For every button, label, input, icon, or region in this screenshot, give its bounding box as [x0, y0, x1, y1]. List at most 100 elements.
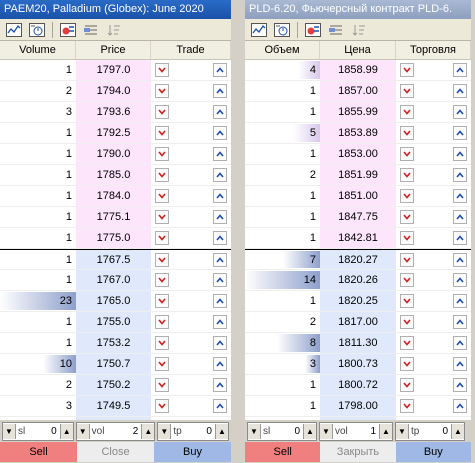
sell-arrow-icon[interactable]	[155, 294, 169, 308]
sell-button[interactable]: Sell	[245, 442, 321, 462]
order-entry-icon[interactable]	[58, 21, 78, 39]
price-cell[interactable]: 1790.0	[76, 144, 151, 164]
buy-arrow-icon[interactable]	[453, 105, 467, 119]
bid-row[interactable]: 2 1750.2	[0, 375, 231, 396]
buy-button[interactable]: Buy	[154, 442, 231, 462]
buy-arrow-icon[interactable]	[453, 126, 467, 140]
sell-arrow-icon[interactable]	[400, 63, 414, 77]
buy-arrow-icon[interactable]	[213, 336, 227, 350]
close-button[interactable]: Close	[77, 442, 154, 462]
bid-row[interactable]: 1 1767.0	[0, 270, 231, 291]
bid-row[interactable]: 23 1765.0	[0, 291, 231, 312]
ask-row[interactable]: 1 1853.00	[245, 144, 471, 165]
buy-arrow-icon[interactable]	[213, 378, 227, 392]
buy-arrow-icon[interactable]	[213, 315, 227, 329]
buy-arrow-icon[interactable]	[453, 84, 467, 98]
ask-row[interactable]: 1 1775.1	[0, 207, 231, 228]
price-cell[interactable]: 1820.27	[320, 250, 396, 269]
buy-arrow-icon[interactable]	[213, 189, 227, 203]
bid-row[interactable]: 1 1820.25	[245, 291, 471, 312]
price-cell[interactable]: 1853.89	[320, 123, 396, 143]
order-entry-icon[interactable]	[303, 21, 323, 39]
bid-row[interactable]: 1 1767.5	[0, 249, 231, 270]
sell-arrow-icon[interactable]	[155, 399, 169, 413]
buy-arrow-icon[interactable]	[213, 147, 227, 161]
sell-arrow-icon[interactable]	[400, 168, 414, 182]
chart-icon[interactable]	[249, 21, 269, 39]
ask-row[interactable]: 1 1775.0	[0, 228, 231, 249]
buy-arrow-icon[interactable]	[213, 252, 227, 267]
sell-arrow-icon[interactable]	[155, 357, 169, 371]
bid-row[interactable]: 7 1820.27	[245, 249, 471, 270]
buy-arrow-icon[interactable]	[453, 252, 467, 267]
buy-arrow-icon[interactable]	[213, 294, 227, 308]
buy-arrow-icon[interactable]	[453, 378, 467, 392]
sell-arrow-icon[interactable]	[400, 189, 414, 203]
sell-arrow-icon[interactable]	[400, 210, 414, 224]
tp-value[interactable]: 0	[184, 426, 215, 437]
price-cell[interactable]: 1858.99	[320, 60, 396, 80]
buy-arrow-icon[interactable]	[453, 189, 467, 203]
buy-arrow-icon[interactable]	[453, 336, 467, 350]
sell-arrow-icon[interactable]	[400, 357, 414, 371]
ask-row[interactable]: 1 1790.0	[0, 144, 231, 165]
increase-icon[interactable]: ▲	[303, 423, 316, 439]
sell-arrow-icon[interactable]	[400, 252, 414, 267]
sell-arrow-icon[interactable]	[400, 336, 414, 350]
price-cell[interactable]: 1811.30	[320, 333, 396, 353]
trade-column-header[interactable]: Trade	[151, 41, 231, 59]
sell-arrow-icon[interactable]	[155, 231, 169, 245]
buy-arrow-icon[interactable]	[213, 105, 227, 119]
price-cell[interactable]: 1797.0	[76, 60, 151, 80]
buy-button[interactable]: Buy	[395, 442, 471, 462]
sl-spinner[interactable]: ▼ sl 0 ▲	[2, 421, 74, 441]
buy-arrow-icon[interactable]	[453, 168, 467, 182]
increase-icon[interactable]: ▲	[59, 423, 73, 439]
buy-arrow-icon[interactable]	[213, 273, 227, 287]
sell-arrow-icon[interactable]	[155, 252, 169, 267]
dom-list-icon[interactable]	[81, 21, 101, 39]
tp-spinner[interactable]: ▼ tp 0 ▲	[157, 421, 229, 441]
price-column-header[interactable]: Цена	[320, 41, 396, 59]
ask-row[interactable]: 3 1793.6	[0, 102, 231, 123]
buy-arrow-icon[interactable]	[213, 210, 227, 224]
price-cell[interactable]: 1775.1	[76, 207, 151, 227]
buy-arrow-icon[interactable]	[213, 357, 227, 371]
price-cell[interactable]: 1767.0	[76, 270, 151, 290]
price-column-header[interactable]: Price	[76, 41, 151, 59]
vol-spinner[interactable]: ▼ vol 1 ▲	[319, 421, 393, 441]
buy-arrow-icon[interactable]	[453, 273, 467, 287]
buy-arrow-icon[interactable]	[453, 399, 467, 413]
ask-row[interactable]: 1 1857.00	[245, 81, 471, 102]
price-cell[interactable]: 1800.72	[320, 375, 396, 395]
buy-arrow-icon[interactable]	[453, 63, 467, 77]
price-cell[interactable]: 1842.81	[320, 228, 396, 248]
price-cell[interactable]: 1792.5	[76, 123, 151, 143]
price-cell[interactable]: 1800.73	[320, 354, 396, 374]
decrease-icon[interactable]: ▼	[158, 423, 172, 439]
bid-row[interactable]: 1 1755.0	[0, 312, 231, 333]
sell-arrow-icon[interactable]	[400, 378, 414, 392]
price-cell[interactable]: 1857.00	[320, 81, 396, 101]
price-cell[interactable]: 1785.0	[76, 165, 151, 185]
bid-row[interactable]: 2 1817.00	[245, 312, 471, 333]
buy-arrow-icon[interactable]	[453, 147, 467, 161]
bid-row[interactable]: 14 1820.26	[245, 270, 471, 291]
increase-icon[interactable]: ▲	[141, 423, 155, 439]
ask-row[interactable]: 1 1851.00	[245, 186, 471, 207]
price-cell[interactable]: 1794.0	[76, 81, 151, 101]
dom-list-icon[interactable]	[326, 21, 346, 39]
bid-row[interactable]: 1 1753.2	[0, 333, 231, 354]
buy-arrow-icon[interactable]	[213, 63, 227, 77]
sl-value[interactable]: 0	[27, 426, 59, 437]
price-cell[interactable]: 1851.99	[320, 165, 396, 185]
tp-spinner[interactable]: ▼ tp 0 ▲	[395, 421, 465, 441]
sell-arrow-icon[interactable]	[400, 294, 414, 308]
sell-arrow-icon[interactable]	[155, 147, 169, 161]
price-cell[interactable]: 1855.99	[320, 102, 396, 122]
sell-arrow-icon[interactable]	[155, 126, 169, 140]
ask-row[interactable]: 1 1855.99	[245, 102, 471, 123]
price-cell[interactable]: 1749.5	[76, 396, 151, 416]
price-cell[interactable]: 1767.5	[76, 250, 151, 269]
sell-arrow-icon[interactable]	[155, 168, 169, 182]
